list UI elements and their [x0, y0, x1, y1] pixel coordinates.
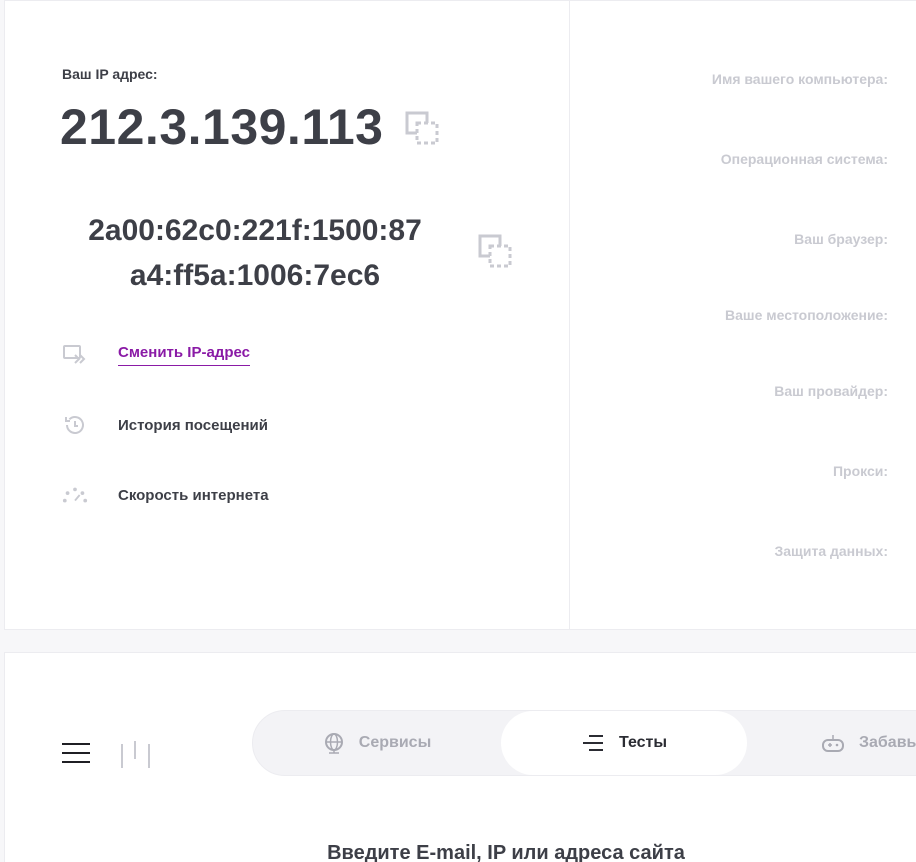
page: Ваш IP адрес: 212.3.139.113 2a00:62c0:22… [0, 0, 916, 862]
change-ip-link[interactable]: Сменить IP-адрес [62, 342, 250, 368]
speed-test-link[interactable]: Скорость интернета [62, 482, 269, 508]
tab-games-label: Забавы [859, 734, 916, 751]
tab-services[interactable]: Сервисы [253, 711, 501, 775]
speed-test-label[interactable]: Скорость интернета [118, 487, 269, 504]
tab-games[interactable]: Забавы [747, 711, 916, 775]
os-label: Операционная система: [720, 151, 888, 167]
change-ip-icon [62, 342, 88, 368]
ipv6-line-2: a4:ff5a:1006:7ec6 [129, 259, 381, 292]
search-heading: Введите E-mail, IP или адреса сайта [327, 842, 685, 862]
ipv6-address[interactable]: 2a00:62c0:221f:1500:87 a4:ff5a:1006:7ec6 [60, 208, 450, 298]
ip-label: Ваш IP адрес: [62, 66, 158, 82]
browser-label: Ваш браузер: [794, 231, 888, 247]
tab-tests[interactable]: Тесты [501, 711, 747, 775]
list-lines-icon [581, 734, 605, 752]
data-protection-label: Защита данных: [774, 543, 889, 559]
history-label[interactable]: История посещений [118, 417, 268, 434]
ipv6-line-1: 2a00:62c0:221f:1500:87 [88, 214, 422, 247]
proxy-label: Прокси: [832, 463, 888, 479]
ipv4-address[interactable]: 212.3.139.113 [60, 98, 384, 156]
change-ip-label[interactable]: Сменить IP-адрес [118, 344, 250, 366]
provider-label: Ваш провайдер: [774, 383, 888, 399]
location-label: Ваше местоположение: [725, 307, 888, 323]
tab-tests-label: Тесты [618, 734, 668, 751]
copy-ipv6-icon[interactable] [478, 234, 514, 268]
copy-ipv4-icon[interactable] [405, 111, 441, 145]
gamepad-icon [821, 733, 845, 753]
category-tabs: Сервисы Тесты Забавы [252, 710, 916, 776]
globe-icon [323, 732, 345, 754]
history-link[interactable]: История посещений [62, 412, 268, 438]
columns-icon[interactable] [120, 740, 152, 775]
card-divider [569, 0, 570, 630]
speedometer-icon [62, 482, 88, 508]
menu-icon[interactable] [62, 743, 90, 765]
computer-name-label: Имя вашего компьютера: [711, 71, 888, 87]
tab-services-label: Сервисы [358, 734, 432, 751]
history-icon [62, 412, 88, 438]
